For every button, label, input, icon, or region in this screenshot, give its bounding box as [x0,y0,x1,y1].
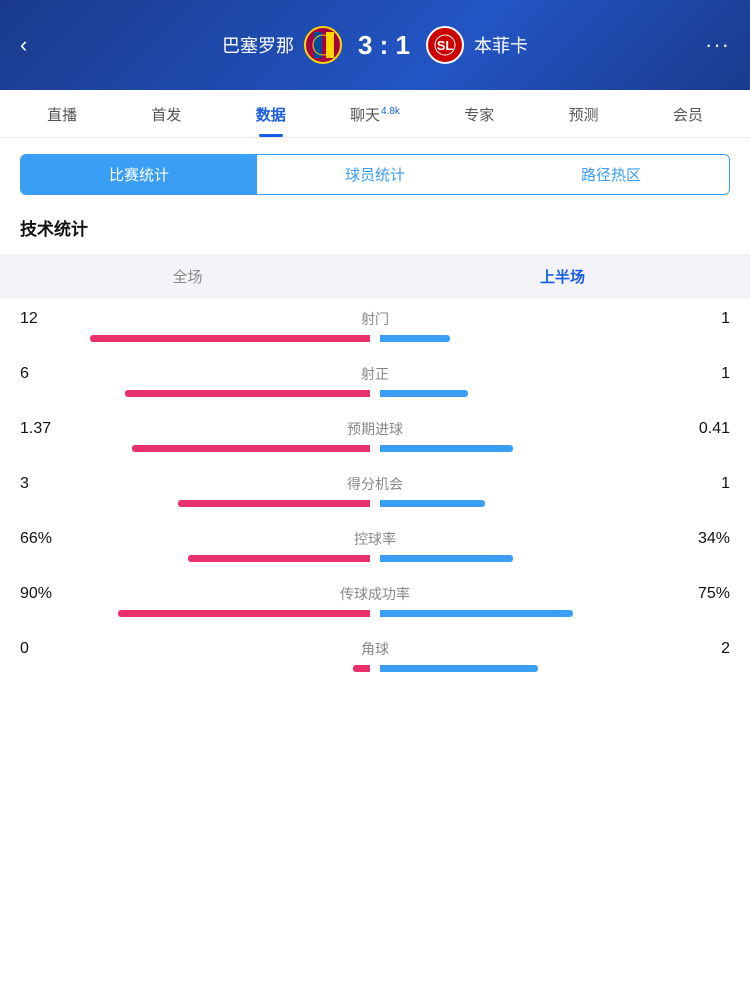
match-score: 3 : 1 [358,30,410,61]
stat-right-value: 0.41 [670,420,730,438]
stat-right-value: 1 [670,310,730,328]
sub-tab-match-stats[interactable]: 比赛统计 [21,155,257,194]
chat-badge: 4.8k [381,106,400,117]
bar-right [380,665,538,672]
more-button[interactable]: ··· [690,32,730,58]
stat-left-value: 6 [20,365,80,383]
stat-bars [20,445,730,452]
bar-right [380,335,450,342]
bar-left-container [20,610,370,617]
header: ‹ 巴塞罗那 3 : 1 SL 本菲卡 ··· [0,0,750,90]
bar-left [125,390,370,397]
bar-right-container [380,500,730,507]
tab-chat[interactable]: 聊天4.8k [323,90,427,137]
bar-left [178,500,371,507]
tab-data[interactable]: 数据 [219,90,323,137]
stat-label: 控球率 [80,529,670,549]
away-team-name: 本菲卡 [474,32,528,58]
stat-left-value: 1.37 [20,420,80,438]
stat-row: 3 得分机会 1 [20,474,730,507]
stat-values: 12 射门 1 [20,309,730,329]
nav-tabs: 直播 首发 数据 聊天4.8k 专家 预测 会员 [0,90,750,138]
away-team-logo: SL [426,26,464,64]
stat-row: 12 射门 1 [20,309,730,342]
stat-bars [20,390,730,397]
stat-bars [20,555,730,562]
bar-left [132,445,370,452]
stat-label: 传球成功率 [80,584,670,604]
stat-bars [20,335,730,342]
stat-left-value: 90% [20,585,80,603]
bar-left [353,665,371,672]
bar-right-container [380,390,730,397]
stat-row: 90% 传球成功率 75% [20,584,730,617]
bar-right-container [380,445,730,452]
stat-bars [20,610,730,617]
stat-bars [20,500,730,507]
bar-left-container [20,445,370,452]
sub-tab-heatmap[interactable]: 路径热区 [493,155,729,194]
stat-values: 90% 传球成功率 75% [20,584,730,604]
bar-left-container [20,665,370,672]
bar-right [380,445,513,452]
bar-left [90,335,370,342]
bar-left-container [20,335,370,342]
sub-tab-player-stats[interactable]: 球员统计 [257,155,493,194]
period-toggle: 全场 上半场 [0,254,750,299]
stat-row: 1.37 预期进球 0.41 [20,419,730,452]
bar-right-container [380,335,730,342]
bar-right [380,390,468,397]
bar-right-container [380,610,730,617]
home-team-logo [304,26,342,64]
stat-values: 3 得分机会 1 [20,474,730,494]
tab-lineup[interactable]: 首发 [114,90,218,137]
tab-expert[interactable]: 专家 [427,90,531,137]
stat-left-value: 12 [20,310,80,328]
period-first-half[interactable]: 上半场 [375,254,750,299]
stats-list: 12 射门 1 6 射正 1 [0,309,750,672]
stat-values: 0 角球 2 [20,639,730,659]
sub-tabs: 比赛统计 球员统计 路径热区 [20,154,730,195]
stat-row: 66% 控球率 34% [20,529,730,562]
stat-left-value: 0 [20,640,80,658]
stat-right-value: 34% [670,530,730,548]
bar-right-container [380,555,730,562]
stat-row: 0 角球 2 [20,639,730,672]
stat-left-value: 3 [20,475,80,493]
home-team-name: 巴塞罗那 [222,32,294,58]
stat-right-value: 75% [670,585,730,603]
match-info: 巴塞罗那 3 : 1 SL 本菲卡 [60,26,690,64]
stat-right-value: 1 [670,475,730,493]
stat-bars [20,665,730,672]
stat-label: 射正 [80,364,670,384]
stat-values: 66% 控球率 34% [20,529,730,549]
section-title: 技术统计 [0,211,750,254]
bar-right [380,500,485,507]
stat-right-value: 2 [670,640,730,658]
stat-label: 角球 [80,639,670,659]
bar-left [188,555,370,562]
tab-live[interactable]: 直播 [10,90,114,137]
tab-predict[interactable]: 预测 [531,90,635,137]
stat-left-value: 66% [20,530,80,548]
bar-left-container [20,555,370,562]
stat-row: 6 射正 1 [20,364,730,397]
svg-text:SL: SL [437,38,454,53]
bar-left-container [20,500,370,507]
bar-right-container [380,665,730,672]
bar-left [118,610,370,617]
stat-right-value: 1 [670,365,730,383]
stat-label: 预期进球 [80,419,670,439]
stat-label: 得分机会 [80,474,670,494]
stat-values: 6 射正 1 [20,364,730,384]
bar-left-container [20,390,370,397]
tab-vip[interactable]: 会员 [636,90,740,137]
stat-label: 射门 [80,309,670,329]
bar-right [380,610,573,617]
bar-right [380,555,513,562]
period-full[interactable]: 全场 [0,254,375,299]
stat-values: 1.37 预期进球 0.41 [20,419,730,439]
back-button[interactable]: ‹ [20,32,60,58]
